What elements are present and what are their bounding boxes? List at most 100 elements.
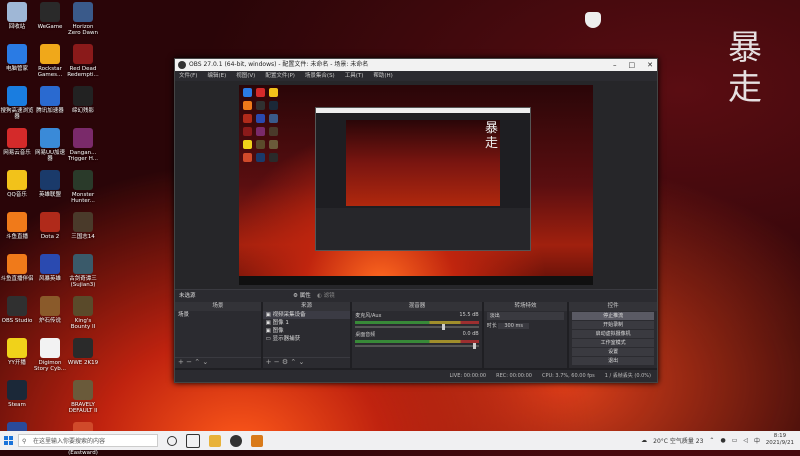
filters-button[interactable]: ◐ 滤镜 (317, 290, 335, 302)
desktop-level-meter (355, 340, 479, 343)
desktop-icon[interactable]: 风暴英雄 (33, 254, 67, 282)
menu-view[interactable]: 视图(V) (236, 71, 255, 81)
weather-text[interactable]: 20°C 空气质量 23 (653, 436, 703, 445)
desktop-icon[interactable]: Dangan... Trigger H... (66, 128, 100, 162)
studio-mode-button[interactable]: 工作室模式 (572, 339, 654, 347)
volume-icon[interactable]: ◁ (743, 437, 748, 444)
desktop-icon[interactable]: 炉石传说 (33, 296, 67, 324)
desktop-icon[interactable]: BRAVELY DEFAULT II (66, 380, 100, 414)
properties-button[interactable]: ⚙ 属性 (293, 290, 311, 302)
task-view-icon[interactable] (186, 433, 200, 448)
app-icon (40, 296, 60, 316)
source-item[interactable]: ▭ 显示器捕获 (263, 335, 351, 343)
clock[interactable]: 8:19 2021/9/21 (766, 433, 794, 447)
menu-tools[interactable]: 工具(T) (345, 71, 364, 81)
menu-file[interactable]: 文件(F) (179, 71, 197, 81)
app-taskbar-icon[interactable] (251, 434, 263, 447)
down-icon[interactable]: ⌄ (202, 358, 208, 366)
source-item[interactable]: ▣ 图像 (263, 327, 351, 335)
start-recording-button[interactable]: 开始录制 (572, 321, 654, 329)
desktop-volume-slider[interactable] (355, 343, 479, 349)
menu-help[interactable]: 帮助(H) (373, 71, 392, 81)
network-icon[interactable]: ▭ (732, 437, 738, 444)
desktop-icon[interactable]: 缔幻残影 (66, 86, 100, 114)
desktop-icon[interactable]: 斗鱼直播 (0, 212, 34, 240)
desktop-icon[interactable]: Dota 2 (33, 212, 67, 240)
desktop-icon[interactable]: King's Bounty II (66, 296, 100, 330)
desktop-icon[interactable]: 网易云音乐 (0, 128, 34, 156)
close-icon[interactable]: ✕ (647, 59, 653, 71)
desktop-icon[interactable]: WeGame (33, 2, 67, 30)
desktop-icon[interactable]: 腾讯加速器 (33, 86, 67, 114)
transition-select[interactable]: 淡出 (486, 312, 565, 320)
duration-row: 时长 300 ms (484, 321, 568, 330)
expand-tray-icon[interactable]: ⌃ (709, 437, 714, 444)
desktop-icon[interactable]: YY开播 (0, 338, 34, 366)
file-explorer-icon[interactable] (209, 434, 221, 447)
desktop-icon[interactable]: 回收站 (0, 2, 34, 30)
desktop-icon[interactable]: 斗鱼直播伴侣 (0, 254, 34, 282)
duration-input[interactable]: 300 ms (498, 323, 529, 329)
app-icon (7, 296, 27, 316)
scene-item[interactable]: 场景 (175, 311, 261, 319)
desktop-icon[interactable]: 三国志14 (66, 212, 100, 240)
obs-titlebar[interactable]: OBS 27.0.1 (64-bit, windows) - 配置文件: 未命名… (175, 59, 657, 71)
mixer-channel-desktop: 桌面音频 0.0 dB (355, 331, 479, 338)
menu-profile[interactable]: 配置文件(P) (265, 71, 295, 81)
obs-window[interactable]: OBS 27.0.1 (64-bit, windows) - 配置文件: 未命名… (174, 58, 658, 383)
maximize-icon[interactable]: □ (629, 59, 636, 71)
nested-taskbar (239, 276, 593, 285)
desktop-icon[interactable]: QQ音乐 (0, 170, 34, 198)
app-icon (73, 212, 93, 232)
desktop-icon[interactable]: WWE 2K19 (66, 338, 100, 366)
source-item[interactable]: ▣ 图像 1 (263, 319, 351, 327)
down-icon[interactable]: ⌄ (298, 358, 304, 366)
desktop-icon[interactable]: 搜狗高速浏览器 (0, 86, 34, 120)
desktop-icon[interactable]: 网易UU加速器 (33, 128, 67, 162)
remove-icon[interactable]: − (274, 358, 280, 366)
remove-icon[interactable]: − (186, 358, 192, 366)
desktop-icon-label: QQ音乐 (7, 192, 27, 198)
menu-scene-collection[interactable]: 场景集合(S) (305, 71, 335, 81)
obs-taskbar-icon[interactable] (230, 434, 242, 447)
gear-icon[interactable]: ⚙ (282, 358, 288, 366)
desktop-icon[interactable]: OBS Studio (0, 296, 34, 324)
exit-button[interactable]: 退出 (572, 357, 654, 365)
desktop-icon[interactable]: Monster Hunter... (66, 170, 100, 204)
microphone-icon[interactable]: ● (720, 437, 725, 444)
mic-volume-slider[interactable] (355, 324, 479, 330)
windows-start-icon[interactable] (0, 431, 16, 450)
app-icon (7, 170, 27, 190)
minimize-icon[interactable]: – (613, 59, 617, 71)
up-icon[interactable]: ⌃ (194, 358, 200, 366)
weather-icon[interactable]: ☁ (641, 437, 647, 444)
desktop-icon[interactable]: Rockstar Games... (33, 44, 67, 78)
taskbar-search-input[interactable]: ⚲ 在这里输入你要搜索的内容 (18, 434, 158, 447)
preview-canvas[interactable]: 暴走 (239, 85, 593, 285)
selected-source-label: 未选源 (179, 293, 196, 299)
desktop-icon[interactable]: Digimon Story Cyb... (33, 338, 67, 372)
app-icon (40, 338, 60, 358)
virtual-camera-button[interactable]: 启动虚拟摄像机 (572, 330, 654, 338)
cortana-icon[interactable] (167, 435, 177, 446)
desktop-icon[interactable]: 古剑奇谭三(Sujian3) (66, 254, 100, 288)
sources-dock-footer: + − ⚙ ⌃ ⌄ (262, 357, 351, 368)
stop-streaming-button[interactable]: 停止推流 (572, 312, 654, 320)
preview-area[interactable]: 暴走 (175, 81, 657, 289)
desktop-icon[interactable]: Horizon Zero Dawn (66, 2, 100, 36)
ime-indicator[interactable]: 中 (754, 436, 760, 445)
desktop-icon[interactable]: Red Dead Redempti... (66, 44, 100, 78)
desktop-icon-label: Rockstar Games... (37, 66, 63, 78)
obs-logo-icon (178, 61, 186, 69)
settings-button[interactable]: 设置 (572, 348, 654, 356)
desktop-icon[interactable]: 电脑管家 (0, 44, 34, 72)
desktop-icon[interactable]: Steam (0, 380, 34, 408)
mixer-channel-mic: 麦克风/Aux 15.5 dB (355, 312, 479, 319)
add-icon[interactable]: + (266, 358, 272, 366)
desktop-icon[interactable]: 英雄联盟 (33, 170, 67, 198)
menu-edit[interactable]: 编辑(E) (207, 71, 226, 81)
up-icon[interactable]: ⌃ (290, 358, 296, 366)
app-icon (40, 2, 60, 22)
source-item[interactable]: ▣ 视频采集设备 (262, 311, 351, 319)
add-icon[interactable]: + (178, 358, 184, 366)
